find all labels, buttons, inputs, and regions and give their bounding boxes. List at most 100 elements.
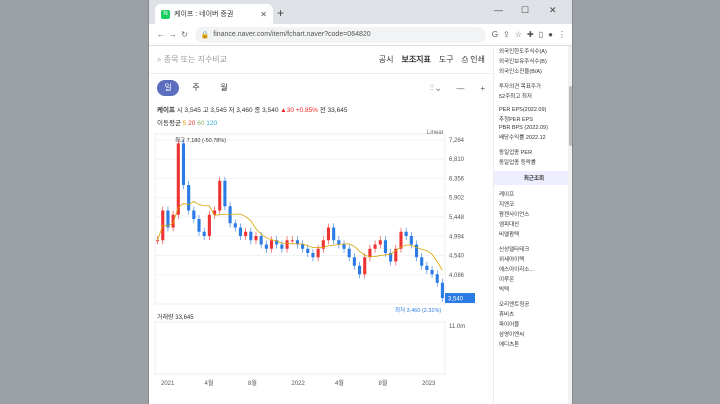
recent-item-14[interactable]: 파이어블 (494, 319, 572, 329)
share-icon[interactable]: ⇪ (503, 30, 510, 39)
price-chart[interactable]: 7,264 6,810 6,356 5,902 5,448 4,994 4,540 4,086… (149, 128, 493, 404)
candle-body (176, 143, 180, 215)
candle-body (223, 180, 227, 207)
more-menu-icon[interactable]: ⋮ (558, 30, 566, 39)
high-price: 고 3,545 (202, 107, 227, 114)
bookmark-star-icon[interactable]: ☆ (515, 30, 522, 39)
side-info-item-2[interactable]: 외국인소진율(B/A) (494, 66, 572, 76)
low-price: 저 3,460 (228, 107, 253, 114)
candle-body (280, 244, 284, 249)
period-day-button[interactable]: 일 (157, 80, 179, 96)
ma-5[interactable]: 5 (183, 120, 187, 127)
candle-body (316, 248, 320, 258)
side-info-item-0[interactable]: 외국인한도주식수(A) (494, 46, 572, 56)
tools-menu[interactable]: 도구 (439, 54, 454, 65)
ma-120[interactable]: 120 (206, 120, 217, 127)
y-tick-label: 6,356 (449, 176, 465, 182)
candle-body (290, 240, 294, 242)
period-selector: 일 주 월 ⫶⫶ ⌄ — + (149, 74, 493, 102)
stock-info-sidebar: 외국인한도주식수(A) 외국인보유주식수(B) 외국인소진율(B/A) 투자의견 목표… (493, 46, 572, 404)
candle-body (368, 248, 372, 258)
last-price-label: 3,540 (448, 297, 464, 303)
candle-body (192, 210, 196, 219)
candle-body (249, 231, 253, 241)
side-info-item-4[interactable]: 투자의견 목표주가 (494, 81, 572, 91)
maximize-button[interactable]: ☐ (521, 5, 529, 16)
candle-body (156, 240, 160, 242)
url-field[interactable]: 🔒 finance.naver.com/item/fchart.naver?co… (194, 26, 486, 43)
recent-item-2[interactable]: 팜젠사이언스 (494, 209, 572, 219)
close-tab-icon[interactable]: ✕ (260, 10, 267, 19)
candle-body (202, 231, 206, 236)
stock-search-input[interactable]: ⌕ 종목 또는 지수비교 (157, 54, 379, 65)
recent-header[interactable]: 최근조회 (494, 171, 572, 185)
candle-body (326, 227, 331, 241)
x-tick-label: 8월 (248, 379, 257, 387)
x-tick-label: 2023 (422, 381, 436, 387)
recent-item-12[interactable]: 오리엔트정공 (494, 299, 572, 309)
candle-body (197, 219, 201, 232)
recent-item-16[interactable]: 에디츠톤 (494, 339, 572, 349)
back-icon[interactable]: ← (155, 30, 167, 39)
x-tick-label: 2021 (161, 381, 175, 387)
candle-body (440, 282, 444, 299)
y-tick-label: 7,264 (449, 138, 465, 144)
candle-body (238, 227, 242, 236)
minimize-button[interactable]: — (494, 5, 503, 15)
side-info-item-10[interactable]: 배당수익률 2022.12 (494, 132, 572, 142)
period-week-button[interactable]: 주 (185, 80, 207, 96)
recent-item-7[interactable]: 위세아이텍 (494, 254, 572, 264)
candle-body (332, 227, 336, 241)
candle-body (207, 214, 211, 236)
side-info-item-12[interactable]: 동일업종 PER (494, 147, 572, 157)
candle-type-icon[interactable]: ⫶⫶ ⌄ (430, 83, 441, 93)
candle-body (244, 231, 248, 236)
side-info-item-13[interactable]: 동일업종 등락률 (494, 157, 572, 167)
recent-item-8[interactable]: 에스아이리소... (494, 264, 572, 274)
candle-body (233, 223, 237, 228)
recent-item-0[interactable]: 케이프 (494, 189, 572, 199)
ma-20[interactable]: 20 (188, 120, 195, 127)
chart-panel: ⌕ 종목 또는 지수비교 공시 보조지표 도구 ⎙ 인쇄 일 주 월 ⫶⫶ ⌄ … (149, 46, 493, 404)
ma-60[interactable]: 60 (197, 120, 204, 127)
browser-window: N 케이프 : 네이버 증권 ✕ + — ☐ ✕ ← → ↻ 🔒 finance… (148, 0, 573, 404)
recent-item-13[interactable]: 휴비츠 (494, 309, 572, 319)
close-window-button[interactable]: ✕ (549, 5, 557, 16)
recent-item-4[interactable]: 비엘팜텍 (494, 229, 572, 239)
indicator-menu[interactable]: 보조지표 (401, 54, 430, 65)
sidebar-icon[interactable]: ▯ (539, 30, 543, 39)
browser-tab[interactable]: N 케이프 : 네이버 증권 ✕ (155, 4, 273, 24)
google-icon[interactable]: G (492, 30, 498, 39)
candle-body (358, 265, 362, 275)
period-month-button[interactable]: 월 (213, 80, 235, 96)
recent-item-1[interactable]: 지엔코 (494, 199, 572, 209)
candle-body (347, 248, 351, 258)
side-info-item-7[interactable]: PER EPS(2022.09) (494, 106, 572, 114)
side-info-item-5[interactable]: 52주최고 최저 (494, 91, 572, 101)
candle-body (378, 240, 382, 245)
disclosure-menu[interactable]: 공시 (379, 54, 394, 65)
recent-item-10[interactable]: 빅텍 (494, 284, 572, 294)
recent-item-15[interactable]: 삼영이엔씨 (494, 329, 572, 339)
volume-label: 거래량 33,645 (157, 313, 194, 321)
sidebar-scrollbar[interactable] (568, 46, 572, 404)
candle-body (414, 244, 419, 258)
recent-item-3[interactable]: 엠피대산 (494, 219, 572, 229)
forward-icon[interactable]: → (167, 30, 179, 39)
profile-avatar-icon[interactable]: ● (548, 30, 553, 39)
extensions-icon[interactable]: ✚ (527, 30, 534, 39)
x-tick-label: 2022 (292, 381, 306, 387)
recent-item-6[interactable]: 신성델타테크 (494, 244, 572, 254)
zoom-out-icon[interactable]: — (456, 84, 464, 93)
zoom-in-icon[interactable]: + (480, 84, 485, 93)
x-tick-label: 4월 (205, 379, 214, 387)
reload-icon[interactable]: ↻ (179, 30, 191, 39)
recent-item-9[interactable]: 이루온 (494, 274, 572, 284)
candle-body (166, 210, 170, 228)
side-info-item-1[interactable]: 외국인보유주식수(B) (494, 56, 572, 66)
print-menu[interactable]: ⎙ 인쇄 (462, 54, 485, 65)
side-info-item-9[interactable]: PBR BPS (2022.09) (494, 124, 572, 132)
y-tick-label: 5,902 (449, 196, 465, 202)
side-info-item-8[interactable]: 추정PER EPS (494, 114, 572, 124)
new-tab-button[interactable]: + (277, 6, 284, 20)
